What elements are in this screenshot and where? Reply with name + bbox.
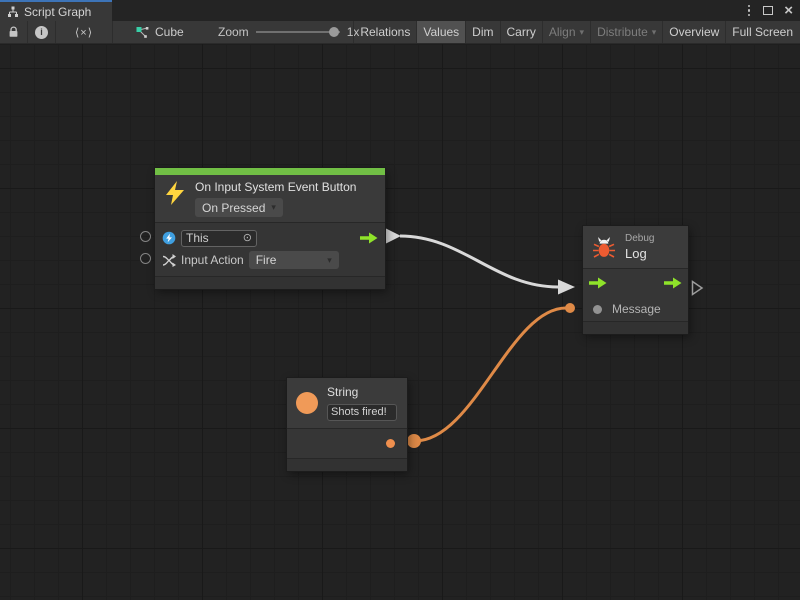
zoom-control: Zoom 1x <box>218 21 359 43</box>
debug-node-header: Debug Log <box>583 226 688 268</box>
node-on-input-system-event-button[interactable]: On Input System Event Button On Pressed … <box>155 168 385 289</box>
window-controls: × <box>746 0 793 21</box>
event-node-footer <box>155 276 385 289</box>
lock-button[interactable] <box>0 21 27 43</box>
dim-button[interactable]: Dim <box>465 21 499 43</box>
flow-input-port-icon[interactable] <box>589 277 607 289</box>
flow-output-port-icon[interactable] <box>664 277 682 289</box>
event-node-body: This ⊙ Input Action Fire ▾ <box>155 222 385 276</box>
graph-target-label: Cube <box>155 25 184 39</box>
gameobject-self-icon <box>162 231 176 245</box>
input-action-icon <box>162 254 176 267</box>
overview-button[interactable]: Overview <box>662 21 725 43</box>
code-preview-button[interactable]: ⟨×⟩ <box>56 21 112 43</box>
values-button[interactable]: Values <box>416 21 465 43</box>
string-type-icon <box>296 392 318 414</box>
full-screen-button[interactable]: Full Screen <box>725 21 799 43</box>
lock-icon <box>8 26 19 38</box>
this-object-field[interactable]: This ⊙ <box>181 230 257 247</box>
event-action-outer-port[interactable] <box>140 253 151 264</box>
debug-node-footer <box>583 321 688 334</box>
debug-node-category: Debug <box>625 233 654 244</box>
node-debug-log[interactable]: Debug Log Message <box>583 226 688 334</box>
script-graph-window: Script Graph × i ⟨×⟩ <box>0 0 800 600</box>
event-this-outer-port[interactable] <box>140 231 151 242</box>
graph-toolbar: i ⟨×⟩ Cube Zoom 1x Relations Values <box>0 21 800 44</box>
close-icon[interactable]: × <box>784 3 793 18</box>
object-picker-icon[interactable]: ⊙ <box>243 233 252 244</box>
node-string-literal[interactable]: String <box>287 378 407 471</box>
chevron-down-icon: ▾ <box>652 27 657 38</box>
event-mode-dropdown[interactable]: On Pressed ▾ <box>195 198 283 217</box>
string-node-body <box>287 428 407 458</box>
chevron-down-icon: ▾ <box>271 202 276 213</box>
event-node-title: On Input System Event Button <box>195 180 356 195</box>
graph-node-icon <box>136 26 149 39</box>
chevron-down-icon: ▾ <box>580 27 585 38</box>
debug-message-row: Message <box>583 297 688 321</box>
input-action-label: Input Action <box>181 253 244 267</box>
zoom-label: Zoom <box>218 25 249 39</box>
toolbar-buttons: Relations Values Dim Carry Align ▾ Distr… <box>353 21 799 43</box>
window-menu-icon[interactable] <box>746 3 753 19</box>
debug-node-title: Log <box>625 246 654 261</box>
string-node-header: String <box>287 378 407 428</box>
tab-title: Script Graph <box>24 5 91 19</box>
flow-output-port-icon[interactable] <box>360 232 378 244</box>
string-value-input[interactable] <box>327 404 397 421</box>
lightning-bolt-icon <box>163 180 187 206</box>
info-button[interactable]: i <box>28 21 55 43</box>
align-dropdown[interactable]: Align ▾ <box>542 21 590 43</box>
string-inner-output-port[interactable] <box>386 439 395 448</box>
tab-script-graph[interactable]: Script Graph <box>0 0 112 21</box>
zoom-slider-knob[interactable] <box>329 27 339 37</box>
distribute-dropdown[interactable]: Distribute ▾ <box>590 21 662 43</box>
graph-hierarchy-icon <box>7 6 19 18</box>
maximize-icon[interactable] <box>763 6 773 15</box>
message-port-label: Message <box>612 302 661 316</box>
string-node-footer <box>287 458 407 471</box>
carry-button[interactable]: Carry <box>500 21 542 43</box>
message-input-port[interactable] <box>593 305 602 314</box>
input-action-dropdown[interactable]: Fire ▾ <box>249 251 339 269</box>
zoom-slider[interactable] <box>256 31 340 33</box>
title-bar: Script Graph × <box>0 0 800 21</box>
relations-button[interactable]: Relations <box>353 21 416 43</box>
code-view-icon: ⟨×⟩ <box>75 26 93 39</box>
chevron-down-icon: ▾ <box>327 255 332 266</box>
flow-continuation-port[interactable] <box>691 280 704 296</box>
event-accent-bar <box>155 168 385 175</box>
info-icon: i <box>35 26 48 39</box>
debug-exec-row <box>583 268 688 297</box>
event-node-header: On Input System Event Button On Pressed … <box>155 175 385 222</box>
graph-target[interactable]: Cube <box>136 21 184 43</box>
bug-icon <box>592 236 616 259</box>
string-node-title: String <box>327 385 397 399</box>
